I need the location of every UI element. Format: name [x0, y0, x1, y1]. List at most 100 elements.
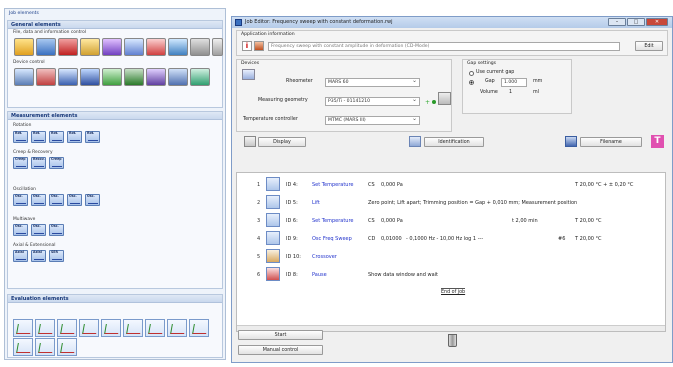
chart-icon[interactable]: [124, 38, 144, 56]
evaluation-icon[interactable]: [57, 319, 77, 337]
rotation-button-2[interactable]: Rot.: [31, 131, 46, 143]
ser-button[interactable]: SER: [49, 250, 64, 262]
rotation-button-5[interactable]: Rot.: [85, 131, 100, 143]
rheometer-select[interactable]: MARS 60: [325, 77, 420, 87]
folder-icon[interactable]: [14, 38, 34, 56]
evaluation-icon[interactable]: [145, 319, 165, 337]
job-row[interactable]: 2 ID 5: Lift Zero point; Lift apart; Tri…: [237, 194, 665, 212]
axial-button-1[interactable]: Axial: [13, 250, 28, 262]
devices-group: Devices Rheometer MARS 60 Measuring geom…: [236, 59, 452, 132]
job-row[interactable]: 6 ID 8: Pause Show data window and wait: [237, 266, 665, 284]
oscillation-button-2[interactable]: Osc.: [31, 194, 46, 206]
edit-button[interactable]: Edit: [635, 41, 663, 51]
info-icon[interactable]: i: [242, 41, 252, 51]
job-id: ID 4:: [286, 182, 298, 188]
export-icon[interactable]: [58, 38, 78, 56]
creep-recovery-button[interactable]: Creep: [49, 157, 64, 169]
recovery-button[interactable]: Recov.: [31, 157, 46, 169]
report-icon[interactable]: [146, 38, 166, 56]
job-name[interactable]: Set Temperature: [312, 218, 353, 224]
gap-radio[interactable]: [469, 80, 474, 85]
data-icon[interactable]: [36, 38, 56, 56]
evaluation-icon[interactable]: [13, 319, 33, 337]
oscillation-button-4[interactable]: Osc.: [67, 194, 82, 206]
multiwave-button-1[interactable]: Osc.: [13, 224, 28, 236]
display-button[interactable]: Display: [258, 137, 306, 147]
job-row[interactable]: 5 ID 10: Crossover: [237, 248, 665, 266]
signal-icon[interactable]: [124, 68, 144, 86]
file-data-label: File, data and information control: [13, 30, 87, 35]
gap-settings-group: Gap settings Use current gap Gap 1.000 m…: [462, 59, 572, 114]
identification-icon: [409, 136, 421, 147]
device-icon[interactable]: [242, 69, 255, 80]
evaluation-elements-header[interactable]: Evaluation elements: [8, 295, 222, 303]
identification-button[interactable]: Identification: [424, 137, 484, 147]
text-format-icon[interactable]: T: [651, 135, 664, 148]
job-name[interactable]: Crossover: [312, 254, 337, 260]
close-button[interactable]: ✕: [646, 18, 668, 26]
oscillation-button-5[interactable]: Osc.: [85, 194, 100, 206]
temperature-icon[interactable]: [36, 68, 56, 86]
maximize-button[interactable]: □: [627, 18, 645, 26]
evaluation-icon[interactable]: [189, 319, 209, 337]
evaluation-icon[interactable]: [35, 319, 55, 337]
evaluation-icon[interactable]: [167, 319, 187, 337]
rotation-button-3[interactable]: Rot.: [49, 131, 64, 143]
measurement-elements-header[interactable]: Measurement elements: [8, 112, 222, 120]
window-titlebar[interactable]: Job Editor: Frequency sweep with constan…: [232, 17, 672, 28]
job-name[interactable]: Osc Freq Sweep: [312, 236, 352, 242]
creep-button[interactable]: Creep: [13, 157, 28, 169]
multiwave-button-label: Osc.: [33, 224, 41, 228]
pdf-icon[interactable]: [254, 41, 264, 51]
job-row[interactable]: 4 ID 9: Osc Freq Sweep CD 0,01000 - 0,10…: [237, 230, 665, 248]
panel-title: Job elements: [9, 11, 39, 16]
lift-icon[interactable]: [14, 68, 34, 86]
job-name[interactable]: Lift: [312, 200, 320, 206]
job-row[interactable]: 3 ID 6: Set Temperature CS 0,000 Pa t 2,…: [237, 212, 665, 230]
camera-icon[interactable]: [190, 68, 210, 86]
multiwave-button-3[interactable]: Osc.: [49, 224, 64, 236]
minimize-button[interactable]: –: [608, 18, 626, 26]
gap-input[interactable]: 1.000: [501, 78, 527, 87]
image-icon[interactable]: [102, 38, 122, 56]
run-icon[interactable]: [212, 38, 223, 56]
monitor-icon[interactable]: [168, 38, 188, 56]
evaluation-icon[interactable]: [13, 338, 33, 356]
temperature-controller-select[interactable]: MTMC (MARS III): [325, 115, 420, 125]
rotation-button-1[interactable]: Rot.: [13, 131, 28, 143]
sensor-icon[interactable]: [102, 68, 122, 86]
device-icon[interactable]: [80, 68, 100, 86]
oscillation-button-3[interactable]: Osc.: [49, 194, 64, 206]
use-current-gap-radio[interactable]: [469, 71, 474, 76]
rotation-button-4[interactable]: Rot.: [67, 131, 82, 143]
evaluation-icon[interactable]: [123, 319, 143, 337]
job-list[interactable]: 1 ID 4: Set Temperature CS 0,000 Pa T 20…: [236, 172, 666, 332]
geometry-select[interactable]: P35/Ti - 01141210: [325, 96, 420, 106]
evaluation-icon[interactable]: [57, 338, 77, 356]
evaluation-icon[interactable]: [101, 319, 121, 337]
edit-icon[interactable]: [80, 38, 100, 56]
control-icon[interactable]: [168, 68, 188, 86]
job-name[interactable]: Pause: [312, 272, 327, 278]
printer-icon[interactable]: [190, 38, 210, 56]
geometry-tool-icon[interactable]: [438, 92, 451, 105]
temperature-job-icon: [266, 213, 280, 227]
evaluation-icon[interactable]: [35, 338, 55, 356]
evaluation-icon[interactable]: [79, 319, 99, 337]
save-icon: [565, 136, 577, 147]
wave-icon[interactable]: [146, 68, 166, 86]
geometry-add-icon[interactable]: +: [425, 99, 430, 106]
filename-button[interactable]: Filename: [580, 137, 642, 147]
axial-button-2[interactable]: Axial: [31, 250, 46, 262]
general-elements-header[interactable]: General elements: [8, 21, 222, 29]
oscillation-button-1[interactable]: Osc.: [13, 194, 28, 206]
start-button[interactable]: Start: [238, 330, 323, 340]
job-name[interactable]: Set Temperature: [312, 182, 353, 188]
manual-control-button[interactable]: Manual control: [238, 345, 323, 355]
app-icon: [235, 19, 242, 26]
trash-icon[interactable]: [448, 334, 457, 347]
description-field[interactable]: Frequency sweep with constant amplitude …: [268, 42, 620, 51]
gap-icon[interactable]: [58, 68, 78, 86]
job-row[interactable]: 1 ID 4: Set Temperature CS 0,000 Pa T 20…: [237, 176, 665, 194]
multiwave-button-2[interactable]: Osc.: [31, 224, 46, 236]
